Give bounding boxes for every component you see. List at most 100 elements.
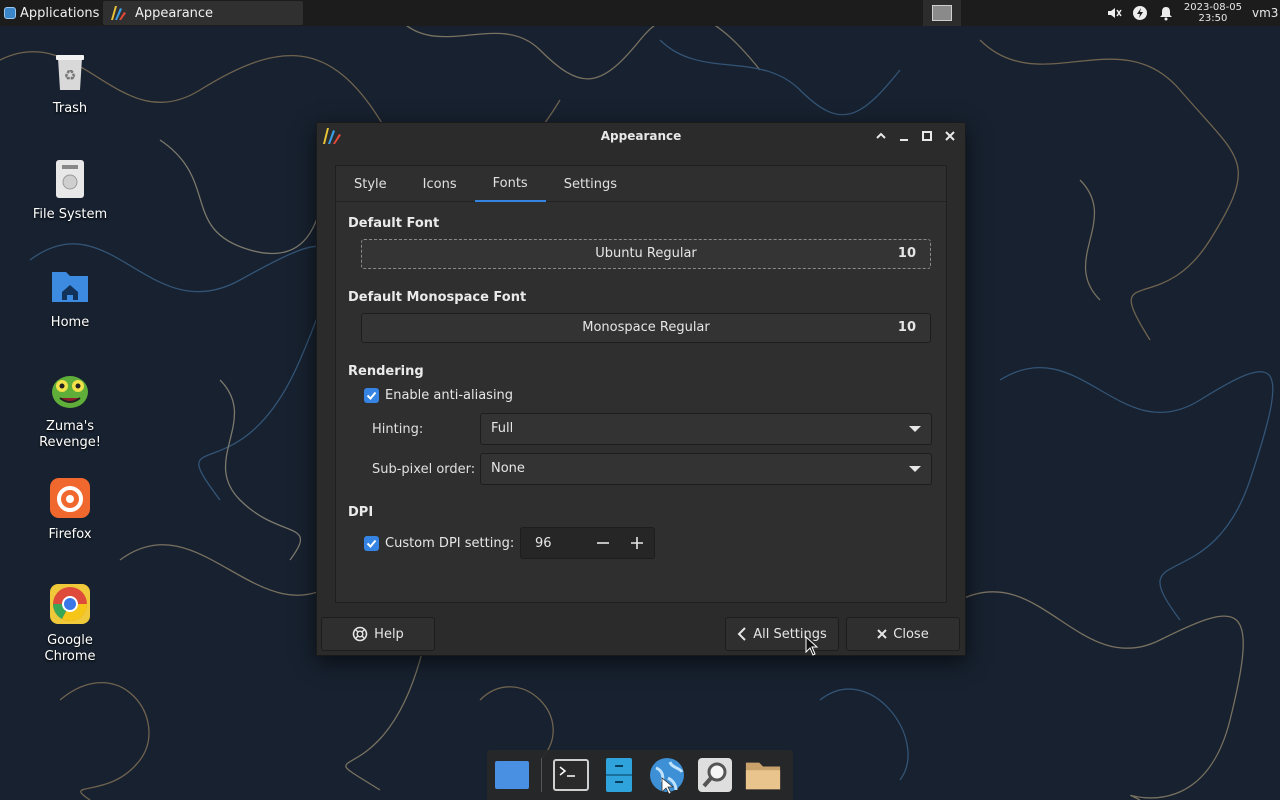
hinting-combo[interactable]: Full <box>480 413 932 445</box>
terminal-icon <box>553 759 589 791</box>
desktop-icon-firefox[interactable]: Firefox <box>25 476 115 543</box>
dpi-heading: DPI <box>348 505 374 520</box>
volume-muted-icon[interactable] <box>1106 5 1122 21</box>
dpi-decrement-button[interactable] <box>587 528 621 558</box>
dock-terminal[interactable] <box>552 756 590 794</box>
mouse-pointer-icon <box>805 636 819 656</box>
tab-style[interactable]: Style <box>336 166 405 202</box>
desktop-icon-trash[interactable]: ♻ Trash <box>25 50 115 117</box>
tab-icons[interactable]: Icons <box>405 166 475 202</box>
help-button[interactable]: Help <box>321 617 435 651</box>
close-label: Close <box>893 626 929 642</box>
close-icon <box>877 629 887 639</box>
custom-dpi-row[interactable]: Custom DPI setting: <box>364 536 514 551</box>
checkmark-icon <box>366 539 377 548</box>
desktop-icon-zuma[interactable]: Zuma's Revenge! <box>25 368 115 451</box>
taskbar-window-appearance[interactable]: Appearance <box>103 1 303 25</box>
workspace-1[interactable] <box>932 5 952 21</box>
user-menu[interactable]: vm3 <box>1252 6 1278 20</box>
desktop-icon-file-system[interactable]: File System <box>25 156 115 223</box>
file-cabinet-icon <box>606 758 632 792</box>
folder-icon <box>745 762 781 790</box>
chevron-up-icon <box>876 132 886 139</box>
close-window-button[interactable] <box>941 127 959 145</box>
dropdown-arrow-icon <box>909 426 921 432</box>
tab-bar: Style Icons Fonts Settings <box>336 166 946 202</box>
tab-settings[interactable]: Settings <box>546 166 635 202</box>
applications-label: Applications <box>20 5 100 21</box>
chevron-left-icon <box>737 627 746 641</box>
monospace-font-size: 10 <box>897 320 916 335</box>
drive-icon <box>56 160 84 198</box>
desktop-icon-label: Google Chrome <box>44 633 96 664</box>
subpixel-label: Sub-pixel order: <box>372 462 476 477</box>
dock-web-browser[interactable] <box>648 756 686 794</box>
clock-time: 23:50 <box>1198 13 1228 24</box>
desktop-icon-label: File System <box>32 207 108 222</box>
dpi-value[interactable]: 96 <box>521 536 587 551</box>
dock-search[interactable] <box>696 756 734 794</box>
taskbar-window-title: Appearance <box>135 5 214 21</box>
tab-fonts[interactable]: Fonts <box>474 166 546 202</box>
appearance-app-icon <box>111 6 126 20</box>
power-icon[interactable] <box>1132 5 1148 21</box>
dock-file-manager[interactable] <box>600 756 638 794</box>
minimize-icon <box>900 139 908 141</box>
settings-notebook: Style Icons Fonts Settings Default Font … <box>335 165 947 603</box>
checkmark-icon <box>366 391 377 400</box>
clock-date: 2023-08-05 <box>1183 2 1242 13</box>
minimize-button[interactable] <box>895 127 913 145</box>
dpi-spinbutton[interactable]: 96 <box>520 527 655 559</box>
dock <box>487 750 793 800</box>
desktop-icon-label: Home <box>50 315 90 330</box>
dropdown-arrow-icon <box>909 466 921 472</box>
dock-folder[interactable] <box>744 756 782 794</box>
system-tray: 2023-08-05 23:50 vm3 <box>1106 0 1280 26</box>
antialias-checkbox[interactable] <box>364 388 379 403</box>
desktop-icon-label: Trash <box>52 101 88 116</box>
hinting-label: Hinting: <box>372 422 424 437</box>
dock-separator <box>541 758 542 792</box>
desktop-icon-home[interactable]: Home <box>25 264 115 331</box>
dpi-increment-button[interactable] <box>620 528 654 558</box>
firefox-icon <box>50 478 90 518</box>
clock[interactable]: 2023-08-05 23:50 <box>1184 2 1242 24</box>
notification-bell-icon[interactable] <box>1158 5 1174 21</box>
close-icon <box>945 131 955 141</box>
top-panel: Applications Appearance 2023-08-05 23:50… <box>0 0 1280 26</box>
applications-menu[interactable]: Applications <box>0 0 103 26</box>
monospace-font-button[interactable]: Monospace Regular 10 <box>361 313 931 343</box>
custom-dpi-checkbox[interactable] <box>364 536 379 551</box>
show-desktop-icon <box>495 761 529 789</box>
magnifier-icon <box>698 758 732 792</box>
desktop-icon-label: Zuma's Revenge! <box>39 419 101 450</box>
subpixel-combo[interactable]: None <box>480 453 932 485</box>
close-button[interactable]: Close <box>846 617 960 651</box>
antialias-label: Enable anti-aliasing <box>385 388 514 403</box>
monospace-font-heading: Default Monospace Font <box>348 290 527 305</box>
desktop-icon-chrome[interactable]: Google Chrome <box>25 582 115 665</box>
all-settings-button[interactable]: All Settings <box>725 617 839 651</box>
chrome-icon <box>50 584 90 624</box>
custom-dpi-label: Custom DPI setting: <box>385 536 515 551</box>
default-font-name: Ubuntu Regular <box>595 246 697 261</box>
maximize-button[interactable] <box>918 127 936 145</box>
subpixel-value: None <box>491 461 525 476</box>
appearance-app-icon <box>323 128 341 144</box>
dialog-titlebar[interactable]: Appearance <box>317 123 965 149</box>
svg-text:♻: ♻ <box>64 68 77 84</box>
rendering-heading: Rendering <box>348 364 424 379</box>
appearance-dialog: Appearance Style Icons Fonts Settings De… <box>316 122 966 656</box>
dialog-title: Appearance <box>600 129 682 143</box>
hinting-value: Full <box>491 421 514 436</box>
antialias-row[interactable]: Enable anti-aliasing <box>364 388 513 403</box>
plus-icon <box>631 537 644 549</box>
trash-icon: ♻ <box>56 55 84 90</box>
default-font-button[interactable]: Ubuntu Regular 10 <box>361 239 931 269</box>
shade-button[interactable] <box>872 127 890 145</box>
workspace-switcher[interactable] <box>923 0 961 26</box>
help-lifebuoy-icon <box>352 626 368 642</box>
applications-logo-icon <box>4 7 16 19</box>
dock-show-desktop[interactable] <box>493 756 531 794</box>
maximize-icon <box>922 131 932 141</box>
